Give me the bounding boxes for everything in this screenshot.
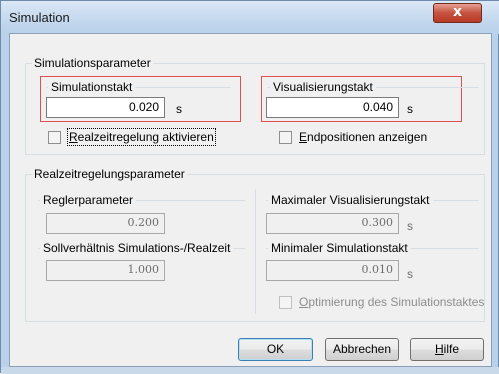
window-title: Simulation [9, 10, 70, 25]
realzeitregelung-label[interactable]: Realzeitregelung aktivieren [67, 128, 216, 146]
max-vis-input[interactable]: 0.300 [266, 213, 399, 234]
simulationsparameter-legend: Simulationsparameter [32, 56, 153, 70]
ok-button[interactable]: OK [238, 338, 313, 361]
simulation-dialog: Simulation x Simulationsparameter Simula… [0, 0, 499, 374]
reglerparameter-label: Reglerparameter [40, 193, 137, 207]
simulationstakt-unit: s [176, 102, 182, 116]
help-button[interactable]: Hilfe [410, 338, 484, 361]
max-vis-label: Maximaler Visualisierungstakt [268, 193, 433, 207]
max-vis-unit: s [407, 219, 413, 233]
cancel-button[interactable]: Abbrechen [325, 338, 399, 361]
visualisierungstakt-input[interactable]: 0.040 [266, 97, 399, 118]
endpositionen-label[interactable]: Endpositionen anzeigen [299, 130, 427, 144]
group-separator [255, 189, 256, 314]
simulationstakt-label: Simulationstakt [48, 80, 136, 94]
optimierung-mnemonic: O [299, 295, 309, 309]
optimierung-text: ptimierung des Simulationstaktes [308, 295, 485, 309]
help-mnemonic: H [434, 342, 444, 356]
visualisierungstakt-unit: s [407, 102, 413, 116]
close-icon: x [452, 4, 463, 20]
optimierung-checkbox[interactable] [279, 296, 292, 309]
title-bar[interactable]: Simulation x [1, 1, 499, 34]
realzeitregelung-checkbox[interactable] [48, 131, 61, 144]
endpositionen-checkbox[interactable] [279, 131, 292, 144]
realzeitregelung-text: ealzeitregelung aktivieren [77, 130, 214, 144]
close-button[interactable]: x [433, 3, 482, 23]
dialog-client-area: Simulationsparameter Simulationstakt 0.0… [9, 33, 492, 367]
realzeitregelungsparameter-legend: Realzeitregelungsparameter [32, 167, 187, 181]
simulationstakt-input[interactable]: 0.020 [46, 97, 165, 118]
endpositionen-mnemonic: E [299, 130, 308, 144]
min-sim-input[interactable]: 0.010 [266, 260, 399, 281]
reglerparameter-input[interactable]: 0.200 [46, 213, 165, 234]
sollverhaeltnis-label: Sollverhältnis Simulations-/Realzeit [40, 241, 234, 255]
realzeitregelung-mnemonic: R [69, 130, 78, 144]
optimierung-label[interactable]: Optimierung des Simulationstaktes [299, 295, 484, 309]
visualisierungstakt-label: Visualisierungstakt [270, 80, 376, 94]
sollverhaeltnis-input[interactable]: 1.000 [46, 260, 165, 281]
endpositionen-text: ndpositionen anzeigen [307, 130, 428, 144]
help-text: ilfe [443, 342, 459, 356]
min-sim-label: Minimaler Simulationstakt [268, 241, 411, 255]
min-sim-unit: s [407, 267, 413, 281]
